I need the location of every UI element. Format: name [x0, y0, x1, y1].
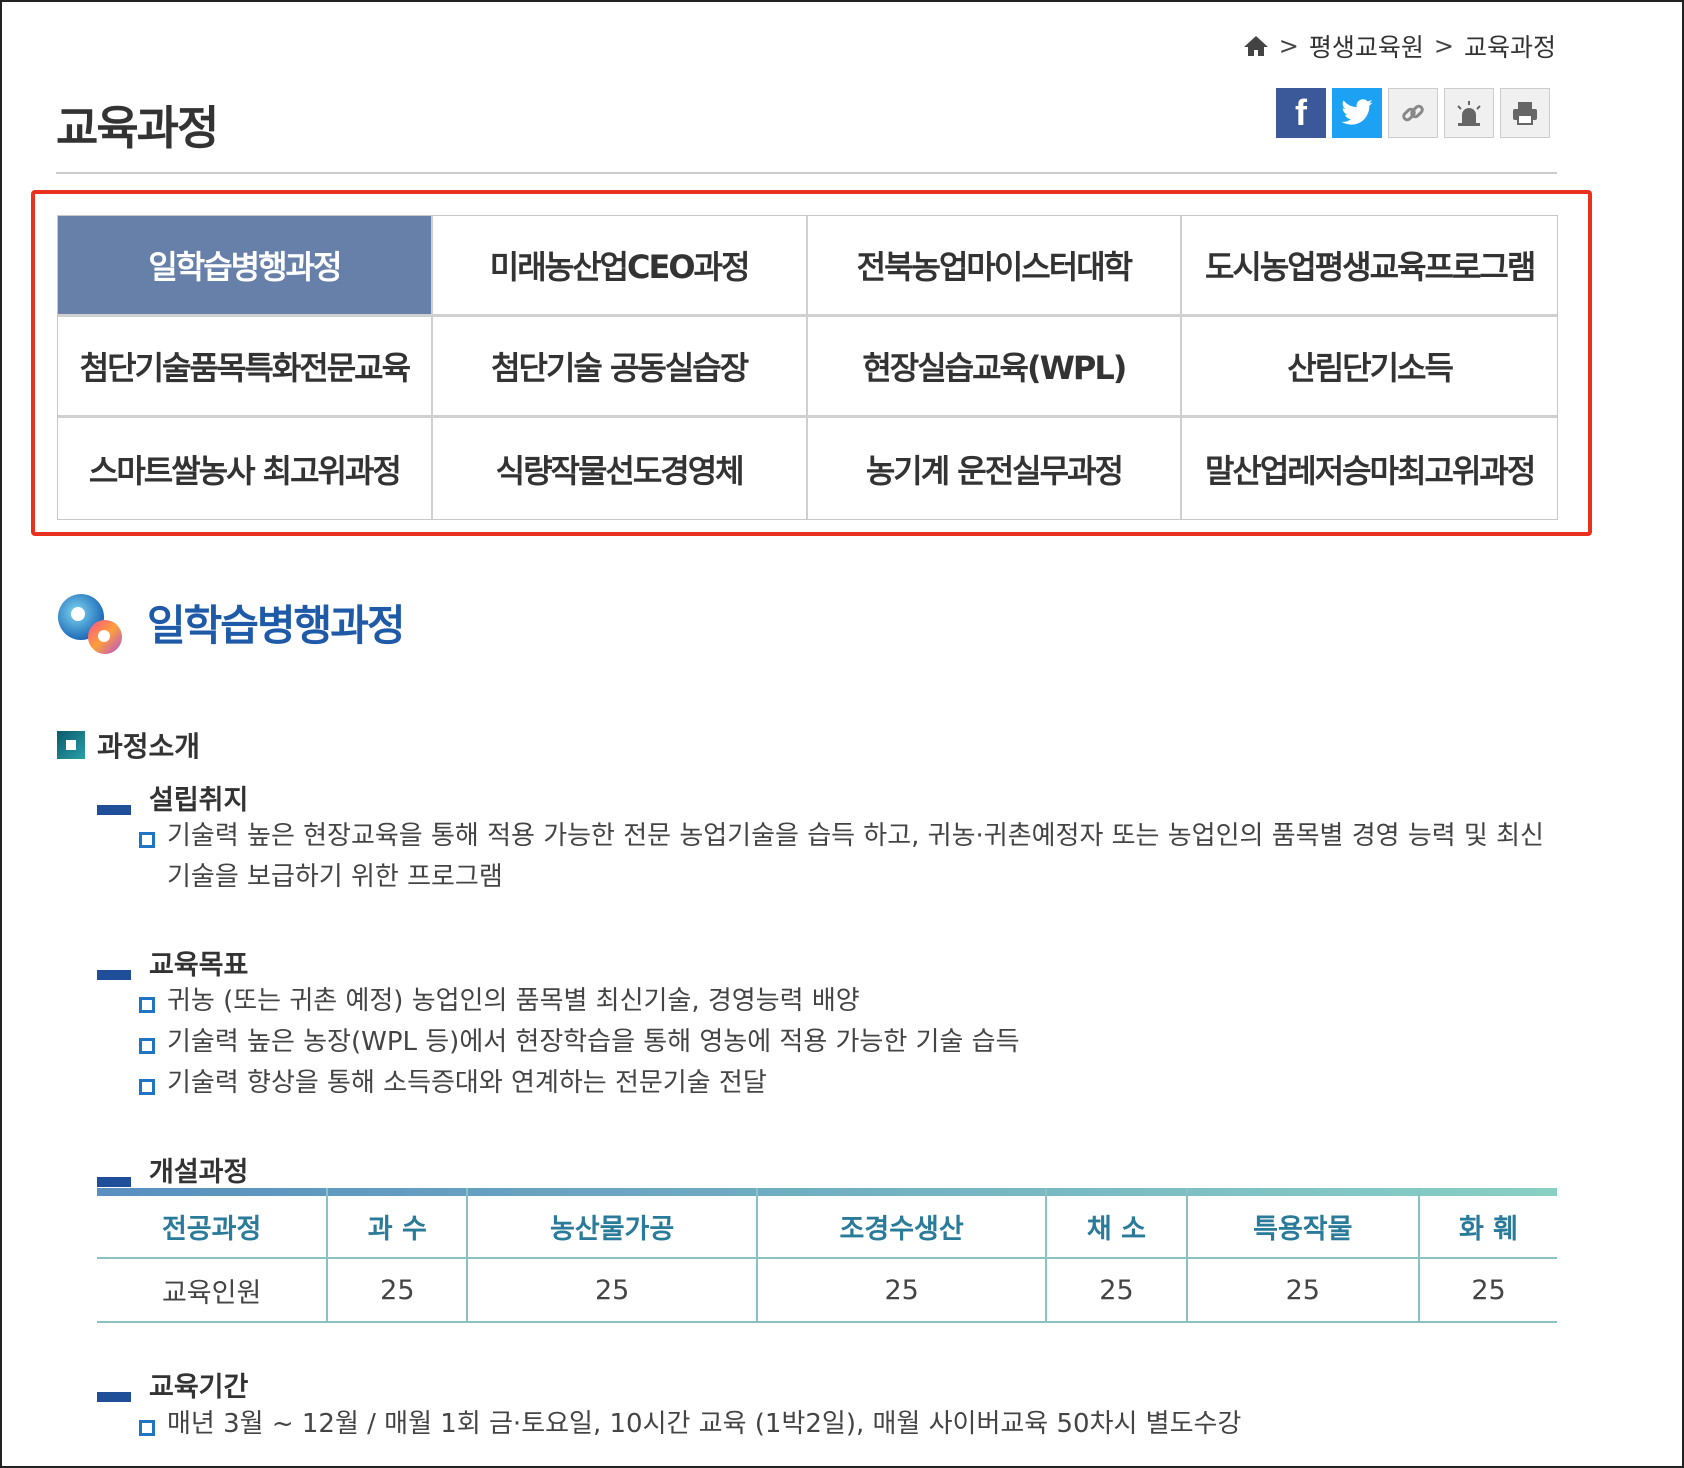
list-item: 기술력 높은 농장(WPL 등)에서 현장학습을 통해 영농에 적용 가능한 기… — [137, 1022, 1557, 1063]
purpose-list: 기술력 높은 현장교육을 통해 적용 가능한 전문 농업기술을 습득 하고, 귀… — [137, 816, 1557, 898]
period-heading: 교육기간 — [97, 1365, 248, 1404]
heading-bar-icon — [97, 970, 131, 980]
table-cell: 25 — [327, 1258, 469, 1323]
list-item: 매년 3월 ~ 12월 / 매월 1회 금·토요일, 10시간 교육 (1박2일… — [137, 1404, 1557, 1445]
table-cell: 25 — [756, 1258, 1048, 1323]
menu-item-smart-rice[interactable]: 스마트쌀농사 최고위과정 — [58, 418, 433, 519]
table-cell: 25 — [1186, 1258, 1421, 1323]
table-header: 농산물가공 — [467, 1188, 758, 1259]
share-toolbar: f — [1276, 88, 1550, 138]
table-header: 과 수 — [327, 1188, 469, 1259]
table-header: 채 소 — [1046, 1188, 1188, 1259]
period-list: 매년 3월 ~ 12월 / 매월 1회 금·토요일, 10시간 교육 (1박2일… — [137, 1404, 1557, 1445]
print-icon[interactable] — [1500, 88, 1550, 138]
table-cell: 교육인원 — [97, 1258, 329, 1323]
intro-heading-label: 과정소개 — [97, 730, 201, 763]
purpose-heading-label: 설립취지 — [149, 785, 249, 816]
table-header: 전공과정 — [97, 1188, 329, 1259]
home-icon[interactable] — [1243, 34, 1269, 58]
breadcrumb-item-courses[interactable]: 교육과정 — [1464, 28, 1556, 64]
menu-item-machinery[interactable]: 농기계 운전실무과정 — [807, 418, 1183, 519]
menu-item-advanced-specialty[interactable]: 첨단기술품목특화전문교육 — [58, 317, 433, 418]
menu-item-meister[interactable]: 전북농업마이스터대학 — [807, 216, 1183, 317]
goals-heading-label: 교육목표 — [149, 950, 249, 981]
menu-item-forest-income[interactable]: 산림단기소득 — [1182, 317, 1557, 418]
page-title: 교육과정 — [56, 101, 219, 155]
twitter-icon[interactable] — [1332, 88, 1382, 138]
goals-heading: 교육목표 — [97, 943, 248, 982]
heading-bar-icon — [97, 1177, 131, 1187]
section-title: 일학습병행과정 — [147, 601, 405, 650]
breadcrumb: > 평생교육원 > 교육과정 — [1243, 28, 1556, 64]
list-item: 귀농 (또는 귀촌 예정) 농업인의 품목별 최신기술, 경영능력 배양 — [137, 981, 1557, 1022]
table-header: 화 훼 — [1419, 1188, 1557, 1259]
goals-list: 귀농 (또는 귀촌 예정) 농업인의 품목별 최신기술, 경영능력 배양 기술력… — [137, 981, 1557, 1104]
courses-heading: 개설과정 — [97, 1150, 248, 1189]
table-row: 교육인원 25 25 25 25 25 25 — [97, 1258, 1557, 1323]
menu-item-food-crops[interactable]: 식량작물선도경영체 — [432, 418, 808, 519]
purpose-heading: 설립취지 — [97, 778, 248, 817]
menu-item-urban-farming[interactable]: 도시농업평생교육프로그램 — [1182, 216, 1557, 317]
menu-item-ceo[interactable]: 미래농산업CEO과정 — [432, 216, 808, 317]
facebook-icon[interactable]: f — [1276, 88, 1326, 138]
breadcrumb-separator: > — [1278, 32, 1299, 60]
title-divider — [56, 172, 1557, 174]
table-cell: 25 — [1419, 1258, 1557, 1323]
breadcrumb-item-lifelong[interactable]: 평생교육원 — [1309, 28, 1424, 64]
link-icon[interactable] — [1388, 88, 1438, 138]
section-circle-icon — [58, 594, 122, 654]
menu-item-practice-lab[interactable]: 첨단기술 공동실습장 — [432, 317, 808, 418]
courses-table: 전공과정 과 수 농산물가공 조경수생산 채 소 특용작물 화 훼 교육인원 2… — [97, 1188, 1557, 1323]
table-header: 조경수생산 — [756, 1188, 1048, 1259]
list-item: 기술력 높은 현장교육을 통해 적용 가능한 전문 농업기술을 습득 하고, 귀… — [137, 816, 1557, 898]
heading-bar-icon — [97, 1392, 131, 1402]
table-cell: 25 — [1046, 1258, 1188, 1323]
heading-square-icon — [57, 731, 85, 759]
menu-item-horse-riding[interactable]: 말산업레저승마최고위과정 — [1182, 418, 1557, 519]
table-header: 특용작물 — [1186, 1188, 1421, 1259]
menu-item-work-study[interactable]: 일학습병행과정 — [58, 216, 433, 317]
program-menu: 일학습병행과정 미래농산업CEO과정 전북농업마이스터대학 도시농업평생교육프로… — [57, 215, 1558, 520]
intro-heading: 과정소개 — [57, 725, 200, 765]
alert-icon[interactable] — [1444, 88, 1494, 138]
period-heading-label: 교육기간 — [149, 1372, 249, 1403]
list-item: 기술력 향상을 통해 소득증대와 연계하는 전문기술 전달 — [137, 1063, 1557, 1104]
heading-bar-icon — [97, 805, 131, 815]
table-cell: 25 — [467, 1258, 758, 1323]
menu-item-wpl[interactable]: 현장실습교육(WPL) — [807, 317, 1183, 418]
table-header-row: 전공과정 과 수 농산물가공 조경수생산 채 소 특용작물 화 훼 — [97, 1188, 1557, 1259]
breadcrumb-separator: > — [1433, 32, 1454, 60]
courses-heading-label: 개설과정 — [149, 1157, 249, 1188]
